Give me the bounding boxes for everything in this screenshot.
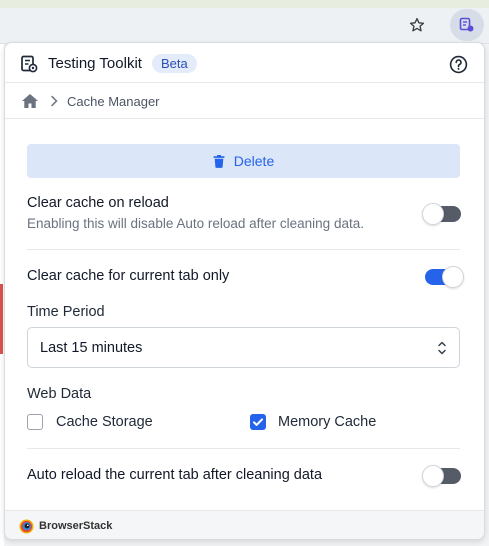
memory-cache-checkbox[interactable]	[250, 414, 266, 430]
extension-popup: Testing Toolkit Beta Cache Manager Delet…	[4, 42, 485, 540]
breadcrumb-current: Cache Manager	[67, 94, 160, 109]
clear-on-reload-description: Enabling this will disable Auto reload a…	[27, 216, 364, 231]
toggle-knob	[442, 266, 464, 288]
address-bar-edge	[0, 0, 489, 8]
clear-on-reload-toggle[interactable]	[422, 203, 461, 225]
time-period-select[interactable]: Last 15 minutes	[27, 327, 460, 368]
toggle-knob	[422, 203, 444, 225]
beta-badge: Beta	[152, 54, 197, 73]
extension-button[interactable]	[450, 9, 484, 41]
auto-reload-toggle[interactable]	[422, 465, 461, 487]
delete-button-label: Delete	[233, 153, 275, 169]
bookmark-star-button[interactable]	[406, 14, 428, 36]
current-tab-only-toggle[interactable]	[425, 266, 464, 288]
browser-toolbar	[0, 0, 489, 44]
toggle-knob	[422, 465, 444, 487]
popup-header: Testing Toolkit Beta	[5, 43, 484, 83]
footer-brand: BrowserStack	[39, 520, 113, 532]
section-divider	[27, 249, 460, 250]
help-circle-icon[interactable]	[449, 55, 468, 74]
trash-icon	[213, 154, 225, 168]
delete-button[interactable]: Delete	[27, 144, 460, 178]
home-icon[interactable]	[21, 93, 39, 109]
star-icon	[409, 17, 425, 32]
web-data-label: Web Data	[27, 386, 92, 402]
check-icon	[253, 418, 263, 426]
current-tab-only-title: Clear cache for current tab only	[27, 268, 230, 284]
toolkit-logo-icon	[21, 55, 38, 73]
clear-on-reload-title: Clear cache on reload	[27, 195, 169, 211]
extension-icon	[459, 17, 474, 32]
app-title: Testing Toolkit	[48, 55, 142, 72]
breadcrumb: Cache Manager	[5, 83, 484, 119]
cache-storage-label: Cache Storage	[56, 414, 153, 430]
page-red-accent	[0, 284, 3, 354]
chevron-up-down-icon	[438, 341, 446, 355]
time-period-label: Time Period	[27, 304, 105, 320]
popup-footer: BrowserStack	[5, 510, 484, 539]
auto-reload-title: Auto reload the current tab after cleani…	[27, 467, 323, 483]
memory-cache-label: Memory Cache	[278, 414, 377, 430]
time-period-value: Last 15 minutes	[40, 340, 143, 356]
chevron-right-icon	[51, 95, 58, 107]
section-divider	[27, 448, 460, 449]
cache-storage-checkbox[interactable]	[27, 414, 43, 430]
browserstack-logo-icon	[19, 519, 34, 534]
